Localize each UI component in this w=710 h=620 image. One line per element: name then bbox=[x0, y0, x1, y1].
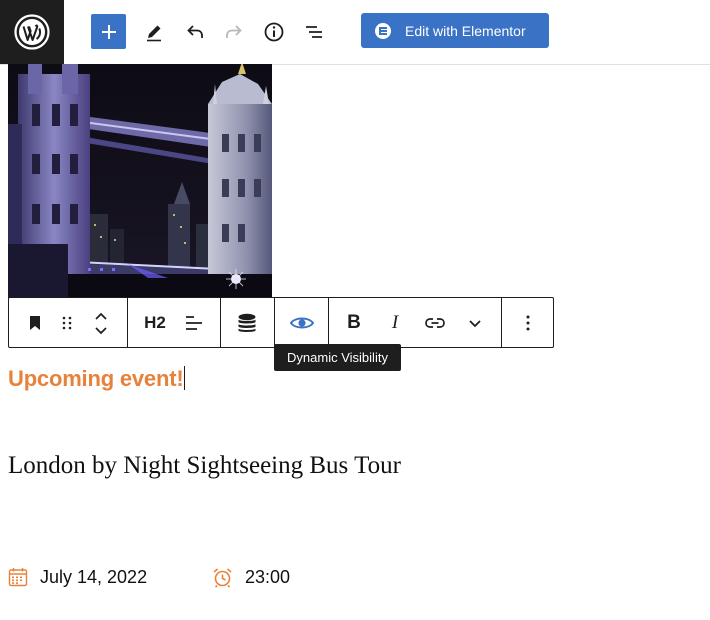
redo-button[interactable] bbox=[216, 14, 252, 50]
block-type-button[interactable] bbox=[23, 298, 47, 347]
info-icon bbox=[264, 22, 284, 42]
database-icon bbox=[238, 313, 256, 332]
dynamic-visibility-button[interactable] bbox=[282, 298, 322, 347]
toolbar-divider bbox=[127, 298, 128, 347]
link-icon bbox=[425, 317, 445, 328]
dynamic-visibility-tooltip: Dynamic Visibility bbox=[274, 344, 401, 371]
redo-icon bbox=[226, 25, 242, 38]
alarm-clock-icon bbox=[212, 567, 233, 588]
more-formatting-button[interactable] bbox=[461, 298, 489, 347]
align-button[interactable] bbox=[179, 298, 209, 347]
undo-button[interactable] bbox=[177, 14, 213, 50]
add-block-button[interactable] bbox=[91, 14, 126, 49]
toolbar-divider bbox=[220, 298, 221, 347]
upcoming-heading-text[interactable]: Upcoming event! bbox=[8, 366, 184, 391]
block-toolbar: H2 B I bbox=[8, 297, 554, 348]
plus-icon bbox=[101, 24, 116, 39]
italic-label: I bbox=[391, 311, 399, 333]
details-button[interactable] bbox=[256, 14, 292, 50]
align-left-icon bbox=[186, 315, 202, 330]
event-title[interactable]: London by Night Sightseeing Bus Tour bbox=[8, 452, 401, 480]
list-view-icon bbox=[306, 26, 322, 38]
undo-icon bbox=[187, 25, 203, 38]
toolbar-divider bbox=[501, 298, 502, 347]
tower-bridge-night-image[interactable] bbox=[8, 64, 272, 298]
toolbar-divider bbox=[328, 298, 329, 347]
editor-top-bar: Edit with Elementor bbox=[0, 0, 710, 65]
bold-button[interactable]: B bbox=[339, 298, 369, 347]
drag-handle-icon bbox=[62, 316, 72, 329]
eye-icon bbox=[289, 317, 315, 328]
event-date: July 14, 2022 bbox=[8, 564, 147, 590]
bookmark-icon bbox=[30, 315, 40, 330]
elementor-icon bbox=[375, 22, 391, 39]
chevron-down-icon bbox=[469, 319, 481, 327]
wordpress-logo-icon[interactable] bbox=[0, 0, 64, 64]
more-vertical-icon bbox=[526, 315, 530, 330]
event-time-text: 23:00 bbox=[245, 566, 291, 587]
tools-button[interactable] bbox=[136, 14, 172, 50]
chevron-down-icon bbox=[95, 327, 107, 335]
event-time: 23:00 bbox=[212, 564, 290, 590]
upcoming-heading[interactable]: Upcoming event! bbox=[8, 366, 186, 392]
pencil-icon bbox=[147, 25, 161, 42]
event-date-text: July 14, 2022 bbox=[40, 566, 148, 587]
bold-label: B bbox=[347, 311, 361, 333]
heading-level-label: H2 bbox=[144, 312, 166, 332]
list-view-button[interactable] bbox=[296, 14, 332, 50]
italic-button[interactable]: I bbox=[381, 298, 409, 347]
edit-with-elementor-button[interactable]: Edit with Elementor bbox=[361, 13, 549, 48]
move-down-button[interactable] bbox=[89, 319, 113, 343]
dynamic-data-button[interactable] bbox=[231, 298, 263, 347]
text-cursor bbox=[184, 366, 186, 390]
drag-handle[interactable] bbox=[55, 298, 79, 347]
calendar-icon bbox=[8, 567, 28, 587]
toolbar-divider bbox=[274, 298, 275, 347]
link-button[interactable] bbox=[419, 298, 451, 347]
edit-with-elementor-label: Edit with Elementor bbox=[405, 22, 526, 39]
heading-level-button[interactable]: H2 bbox=[137, 298, 173, 347]
block-options-button[interactable] bbox=[514, 298, 542, 347]
